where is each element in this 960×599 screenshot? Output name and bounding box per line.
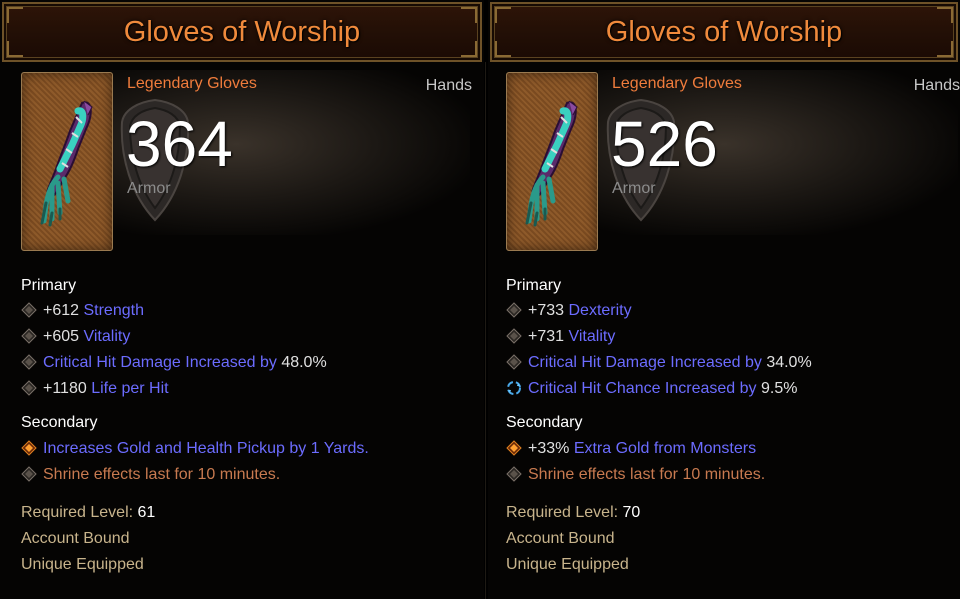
account-bound: Account Bound: [21, 530, 130, 547]
secondary-affix: Shrine effects last for 10 minutes.: [506, 466, 765, 488]
item-type: Legendary Gloves: [612, 75, 742, 92]
diamond-bullet-icon: [21, 354, 37, 370]
armor-label: Armor: [612, 180, 656, 197]
account-bound: Account Bound: [506, 530, 615, 547]
required-level: Required Level: 70: [506, 504, 641, 521]
item-slot: Hands: [913, 77, 960, 94]
secondary-affix: +33% Extra Gold from Monsters: [506, 440, 756, 462]
diamond-bullet-icon: [21, 380, 37, 396]
gloves-icon: [507, 73, 597, 250]
secondary-affix: Shrine effects last for 10 minutes.: [21, 466, 280, 488]
primary-heading: Primary: [21, 277, 77, 294]
enchant-swirl-icon: [506, 380, 522, 396]
primary-affix: +612 Strength: [21, 302, 144, 324]
armor-value: 526: [611, 108, 718, 180]
diamond-bullet-icon: [506, 328, 522, 344]
secondary-affix: Increases Gold and Health Pickup by 1 Ya…: [21, 440, 369, 462]
diamond-bullet-icon: [21, 466, 37, 482]
primary-affix: +605 Vitality: [21, 328, 130, 350]
primary-affix: Critical Hit Damage Increased by 34.0%: [506, 354, 812, 376]
item-tooltip-2: Gloves of Worship Legendary Gloves Hands…: [488, 0, 960, 599]
primary-affix: Critical Hit Damage Increased by 48.0%: [21, 354, 327, 376]
unique-equipped: Unique Equipped: [506, 556, 629, 573]
item-slot: Hands: [425, 77, 472, 94]
diamond-bullet-icon: [21, 302, 37, 318]
secondary-heading: Secondary: [506, 414, 583, 431]
primary-affix: +733 Dexterity: [506, 302, 632, 324]
unique-equipped: Unique Equipped: [21, 556, 144, 573]
secondary-heading: Secondary: [21, 414, 98, 431]
tooltip-header: Gloves of Worship: [490, 2, 958, 62]
orange-diamond-bullet-icon: [21, 440, 37, 456]
diamond-bullet-icon: [506, 466, 522, 482]
primary-affix: +731 Vitality: [506, 328, 615, 350]
armor-value: 364: [126, 108, 233, 180]
required-level: Required Level: 61: [21, 504, 156, 521]
diamond-bullet-icon: [21, 328, 37, 344]
diamond-bullet-icon: [506, 302, 522, 318]
diamond-bullet-icon: [506, 354, 522, 370]
item-icon-frame: [21, 72, 113, 251]
primary-heading: Primary: [506, 277, 562, 294]
primary-affix: Critical Hit Chance Increased by 9.5%: [506, 380, 797, 402]
orange-diamond-bullet-icon: [506, 440, 522, 456]
primary-affix: +1180 Life per Hit: [21, 380, 169, 402]
item-type: Legendary Gloves: [127, 75, 257, 92]
gloves-icon: [22, 73, 112, 250]
tooltip-header: Gloves of Worship: [2, 2, 482, 62]
item-title: Gloves of Worship: [123, 16, 361, 48]
item-icon-frame: [506, 72, 598, 251]
item-title: Gloves of Worship: [605, 16, 843, 48]
armor-label: Armor: [127, 180, 171, 197]
item-tooltip-1: Gloves of Worship Legendary Gloves Hands…: [0, 0, 484, 599]
